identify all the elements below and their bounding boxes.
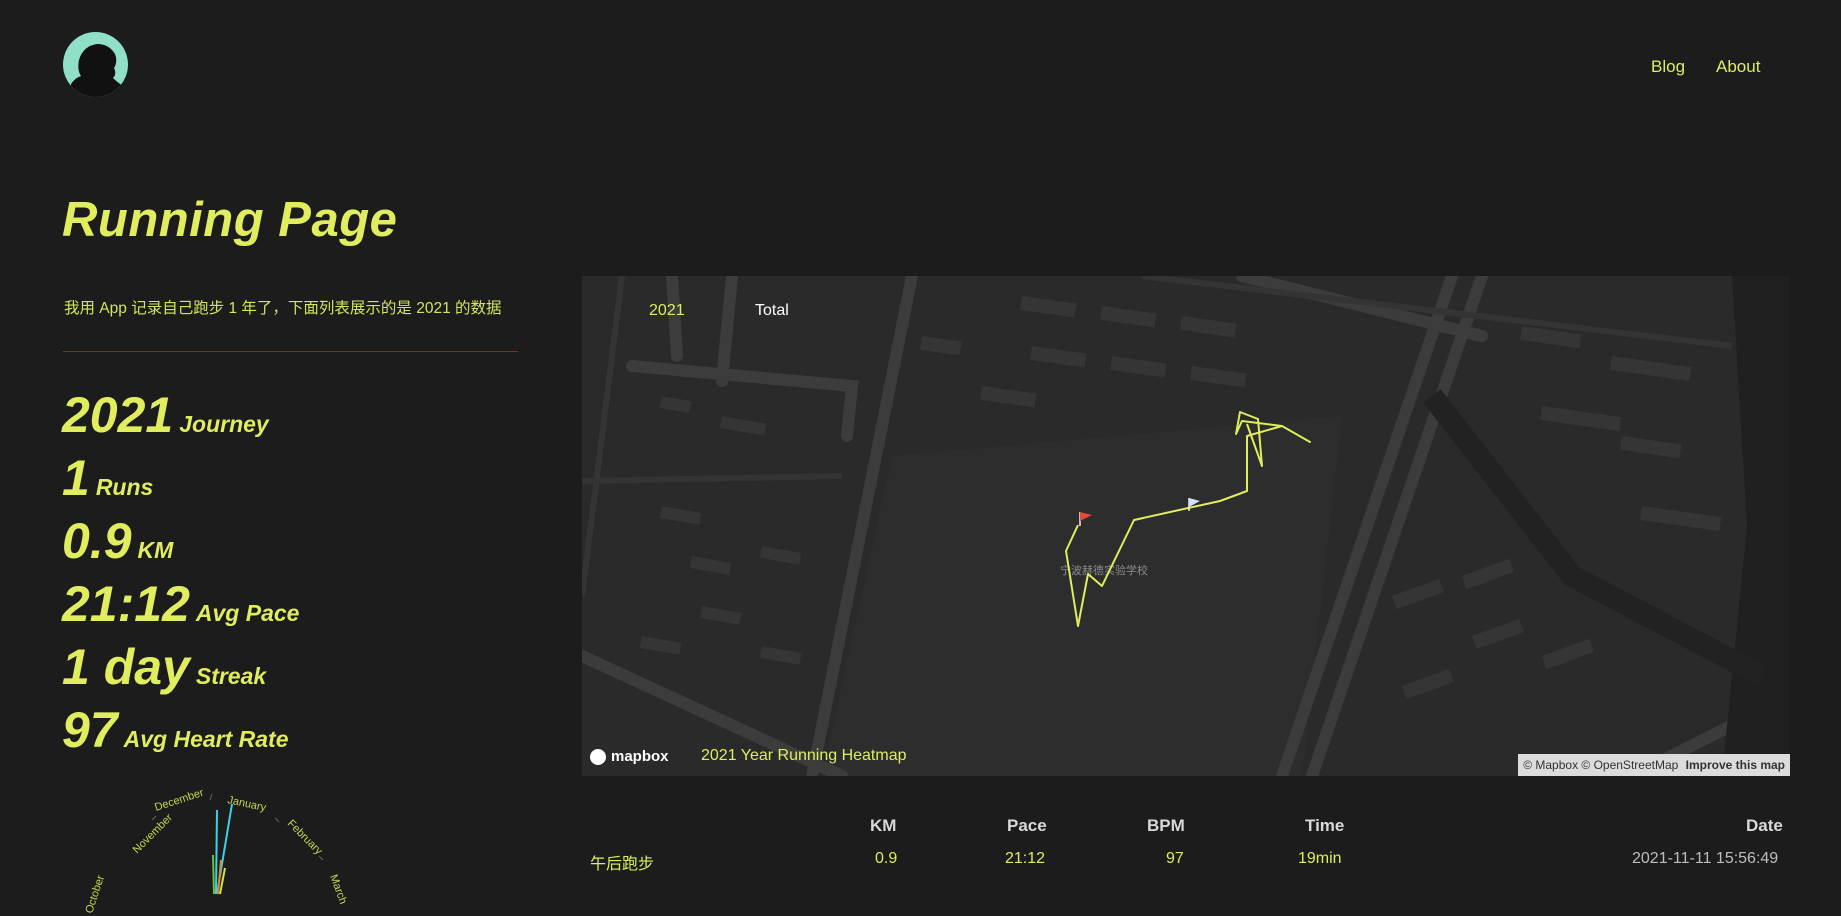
stat-label: Journey (179, 411, 269, 437)
year-tab-total[interactable]: Total (755, 302, 789, 320)
divider (63, 351, 518, 352)
month-label-march: March (327, 873, 349, 906)
avatar[interactable] (63, 32, 128, 97)
improve-map-link[interactable]: Improve this map (1686, 758, 1785, 772)
stat-value: 0.9 (62, 513, 132, 569)
run-bpm: 97 (1166, 850, 1184, 867)
stat-value: 1 day (62, 639, 190, 695)
col-header-time: Time (1305, 816, 1345, 835)
map-canvas: 宁波赫德实验学校 (582, 276, 1790, 776)
nav-blog-link[interactable]: Blog (1651, 57, 1685, 76)
month-label-october: October (83, 874, 107, 915)
stat-value: 97 (62, 702, 118, 758)
avatar-silhouette-icon (71, 44, 127, 97)
stat-label: Streak (195, 663, 267, 689)
col-header-pace: Pace (1007, 816, 1047, 835)
running-map[interactable]: 宁波赫德实验学校 2021 Total mapbox 2021 Year Run… (582, 276, 1790, 776)
col-header-km: KM (870, 816, 897, 835)
nav-about-link[interactable]: About (1716, 57, 1760, 76)
stat-heart-rate: 97 Avg Heart Rate (62, 701, 289, 759)
col-header-bpm: BPM (1147, 816, 1185, 835)
run-time: 19min (1298, 850, 1342, 867)
stat-streak: 1 day Streak (62, 638, 266, 696)
col-header-date: Date (1746, 816, 1783, 835)
mapbox-logo-icon (590, 748, 606, 765)
stat-label: Runs (95, 474, 154, 500)
stat-label: Avg Pace (195, 600, 300, 626)
stat-label: KM (137, 537, 174, 563)
stat-label: Avg Heart Rate (123, 726, 289, 752)
mapbox-logo-text: mapbox (611, 748, 669, 765)
stat-km: 0.9 KM (62, 512, 173, 570)
intro-text: 我用 App 记录自己跑步 1 年了，下面列表展示的是 2021 的数据 (64, 300, 502, 317)
run-name[interactable]: 午后跑步 (590, 850, 654, 874)
run-date: 2021-11-11 15:56:49 (1632, 850, 1779, 867)
month-label-february: February (285, 818, 325, 858)
stat-value: 2021 (62, 387, 174, 443)
nav-blog[interactable]: Blog (1651, 57, 1685, 77)
nav-about[interactable]: About (1716, 57, 1760, 77)
stat-runs: 1 Runs (62, 449, 153, 507)
month-label-november: November (131, 812, 176, 857)
run-km: 0.9 (875, 850, 898, 867)
map-caption: 2021 Year Running Heatmap (701, 747, 907, 764)
mapbox-logo[interactable]: mapbox (590, 748, 669, 765)
stat-value: 1 (62, 450, 90, 506)
page-title: Running Page (62, 193, 398, 247)
stat-journey: 2021 Journey (62, 386, 269, 444)
run-pace: 21:12 (1005, 850, 1046, 867)
map-poi-label: 宁波赫德实验学校 (1060, 563, 1148, 577)
year-tab-2021[interactable]: 2021 (649, 302, 685, 320)
stat-avg-pace: 21:12 Avg Pace (62, 575, 299, 633)
stat-value: 21:12 (62, 576, 190, 632)
map-attribution: © Mapbox © OpenStreetMap Improve this ma… (1518, 754, 1790, 776)
run-calendar-wheel: October November December January Februa… (83, 787, 349, 915)
attribution-text[interactable]: © Mapbox © OpenStreetMap (1523, 758, 1678, 772)
month-label-december: December (153, 787, 205, 814)
run-spikes (212, 803, 233, 895)
